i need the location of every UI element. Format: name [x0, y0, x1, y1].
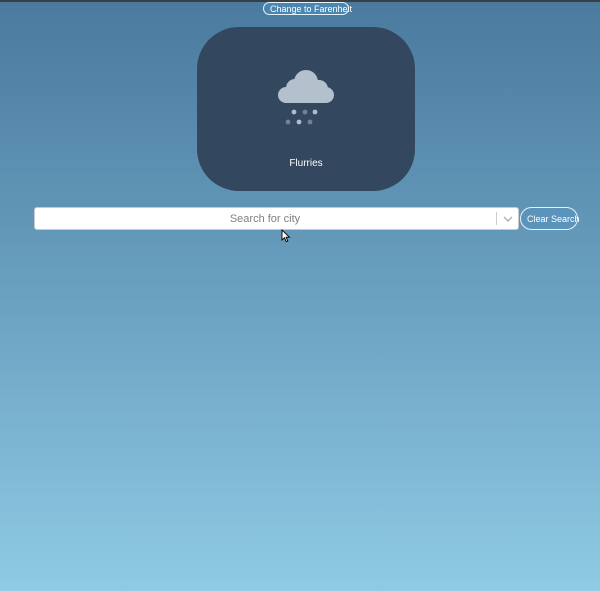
city-search-select[interactable]	[34, 207, 519, 230]
dropdown-separator	[496, 212, 497, 225]
snow-flurries-icon	[278, 70, 334, 125]
weather-card: Flurries	[197, 27, 415, 191]
city-search-input[interactable]	[35, 208, 495, 229]
clear-search-button[interactable]: Clear Search	[520, 207, 580, 230]
mouse-pointer-icon	[281, 229, 291, 243]
weather-condition: Flurries	[289, 158, 323, 169]
unit-toggle-button[interactable]: Change to Farenheit	[263, 2, 352, 15]
chevron-down-icon[interactable]	[501, 212, 515, 225]
